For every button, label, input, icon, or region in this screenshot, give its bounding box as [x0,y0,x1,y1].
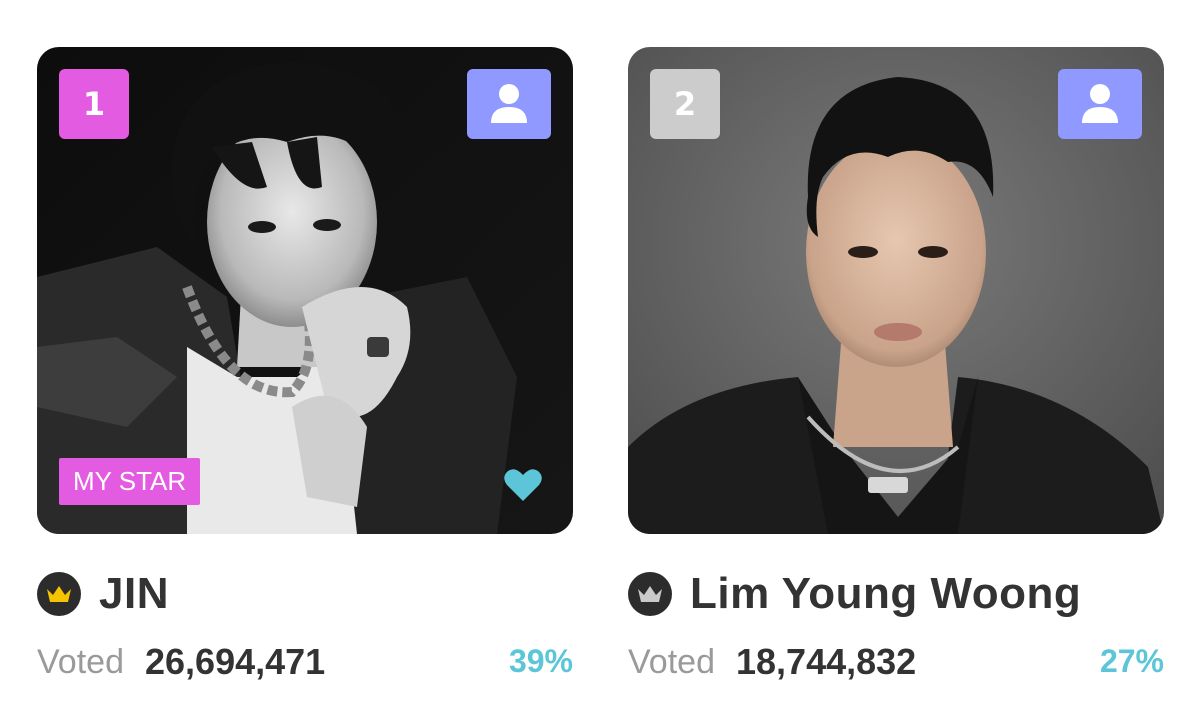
profile-button[interactable] [1058,69,1142,139]
profile-button[interactable] [467,69,551,139]
ranking-card-1[interactable]: 1 MY STAR JIN Voted 26,694,471 39% [37,47,573,682]
artist-photo[interactable]: 2 [628,47,1164,534]
vote-row: Voted 18,744,832 27% [628,639,1164,683]
vote-row: Voted 26,694,471 39% [37,639,573,683]
rank-badge: 1 [59,69,129,139]
voted-label: Voted [37,643,124,681]
vote-count: 26,694,471 [145,641,326,682]
user-icon [491,84,527,123]
voted-label: Voted [628,643,715,681]
crown-badge [37,572,81,616]
my-star-badge: MY STAR [59,458,201,505]
heart-icon[interactable] [503,467,543,503]
vote-count: 18,744,832 [736,641,917,682]
vote-percent: 39% [508,643,573,679]
user-icon [1082,84,1118,123]
crown-badge [628,572,672,616]
artist-name[interactable]: JIN [99,569,169,619]
rank-badge: 2 [650,69,720,139]
artist-name-row: Lim Young Woong [628,569,1081,619]
artist-name-row: JIN [37,569,169,619]
crown-icon [47,586,71,602]
crown-icon [638,586,662,602]
artist-name[interactable]: Lim Young Woong [690,569,1081,619]
ranking-board: 1 MY STAR JIN Voted 26,694,471 39% 2 Lim… [0,0,1200,711]
ranking-card-2[interactable]: 2 Lim Young Woong Voted 18,744,832 27% [628,47,1164,682]
vote-percent: 27% [1099,643,1164,679]
artist-photo[interactable]: 1 MY STAR [37,47,573,534]
